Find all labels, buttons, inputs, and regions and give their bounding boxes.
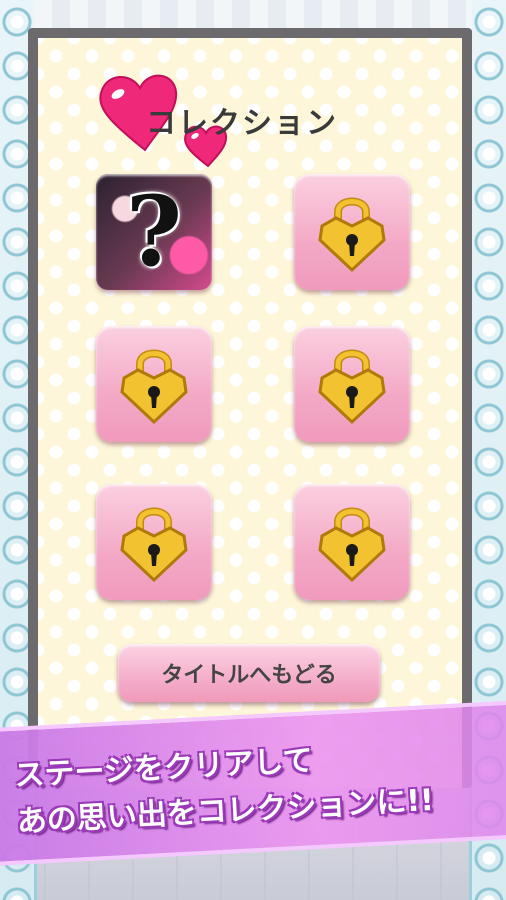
heart-lock-icon [318,197,386,273]
collection-item-1[interactable]: ? [96,174,212,290]
heart-lock-icon [120,507,188,583]
heart-lock-icon [318,349,386,425]
heart-lock-icon [120,349,188,425]
unknown-question-mark: ? [125,175,183,288]
heart-lock-icon [318,507,386,583]
back-to-title-button[interactable]: タイトルへもどる [118,644,380,702]
collection-item-6[interactable] [294,484,410,600]
collection-item-2[interactable] [294,174,410,290]
collection-item-3[interactable] [96,326,212,442]
promo-banner: ステージをクリアして あの思い出をコレクションに!! [0,699,506,866]
collection-item-5[interactable] [96,484,212,600]
lace-border-top [34,0,472,30]
page-title: コレクション [146,106,338,141]
collection-item-4[interactable] [294,326,410,442]
